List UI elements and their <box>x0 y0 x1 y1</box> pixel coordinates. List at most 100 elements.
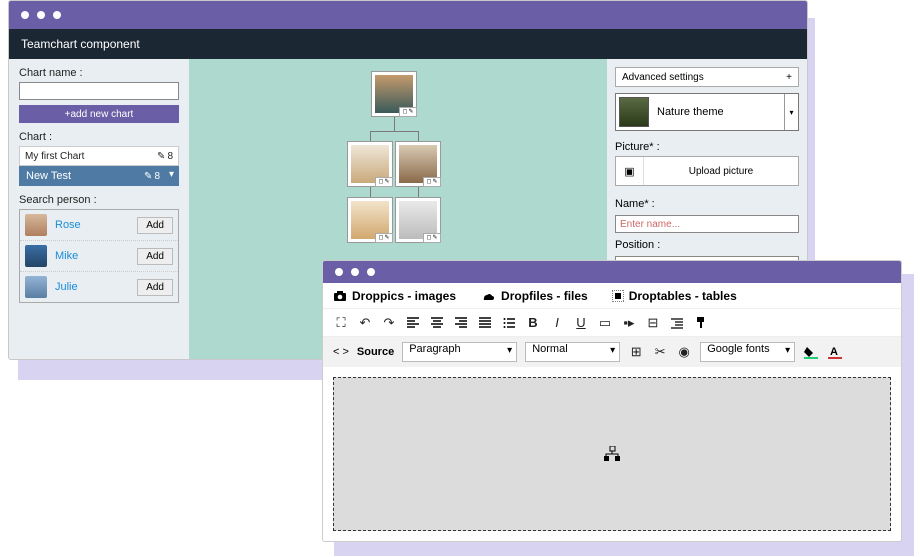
unlink-icon[interactable]: ✂ <box>652 344 668 360</box>
theme-thumb <box>619 97 649 127</box>
chart-count-badge: 8 <box>167 151 173 162</box>
dropfiles-label: Dropfiles - files <box>501 289 588 303</box>
pencil-icon[interactable]: ✎ <box>432 235 437 241</box>
window-dot <box>367 268 375 276</box>
org-node[interactable]: ◻✎ <box>347 141 393 187</box>
chart-row-selected[interactable]: New Test ✎ 8 <box>19 166 179 186</box>
advanced-settings-label: Advanced settings <box>622 72 704 83</box>
droppics-label: Droppics - images <box>352 289 456 303</box>
upload-label: Upload picture <box>644 166 798 177</box>
play-icon[interactable]: ◉ <box>676 344 692 360</box>
expand-icon[interactable]: ◻ <box>378 235 383 241</box>
text-color-icon[interactable]: A <box>827 345 843 359</box>
undo-icon[interactable]: ↶ <box>357 315 373 331</box>
svg-text:A: A <box>830 346 838 358</box>
italic-icon[interactable]: I <box>549 315 565 330</box>
theme-select[interactable]: Nature theme ▾ <box>615 93 799 131</box>
dropfiles-tab[interactable]: Dropfiles - files <box>480 289 588 303</box>
name-input[interactable] <box>615 215 799 233</box>
editor-drop-area[interactable] <box>333 377 891 531</box>
paragraph-select[interactable]: Paragraph <box>402 342 517 362</box>
cloud-icon <box>480 290 496 302</box>
add-person-button[interactable]: Add <box>137 217 173 234</box>
format-toolbar: ⛶ ↶ ↷ B I U ▭ ▪▸ ⊟ <box>323 309 901 337</box>
select-toolbar: < > Source Paragraph Normal ⊞ ✂ ◉ Google… <box>323 337 901 367</box>
bold-icon[interactable]: B <box>525 315 541 330</box>
sidebar: Chart name : +add new chart Chart : My f… <box>9 59 189 359</box>
underline-icon[interactable]: U <box>573 315 589 330</box>
expand-icon[interactable]: ◻ <box>426 235 431 241</box>
align-right-icon[interactable] <box>453 317 469 329</box>
format-paint-icon[interactable] <box>693 317 709 329</box>
person-name[interactable]: Julie <box>55 281 129 293</box>
window-dot <box>351 268 359 276</box>
theme-name: Nature theme <box>657 106 724 118</box>
person-row: Rose Add <box>20 210 178 241</box>
page-title: Teamchart component <box>9 29 807 59</box>
chart-label: Chart : <box>19 131 179 143</box>
org-chart-icon <box>603 446 621 462</box>
indent-icon[interactable] <box>669 317 685 329</box>
fill-color-icon[interactable] <box>803 345 819 359</box>
pencil-icon[interactable]: ✎ <box>144 171 152 182</box>
avatar <box>25 276 47 298</box>
pencil-icon[interactable]: ✎ <box>157 151 165 162</box>
titlebar <box>9 1 807 29</box>
person-row: Julie Add <box>20 272 178 302</box>
droptables-label: Droptables - tables <box>629 289 737 303</box>
redo-icon[interactable]: ↷ <box>381 315 397 331</box>
chart-name-label: Chart name : <box>19 67 179 79</box>
pagebreak-icon[interactable]: ⊟ <box>645 315 661 331</box>
add-person-button[interactable]: Add <box>137 248 173 265</box>
font-select[interactable]: Google fonts <box>700 342 795 362</box>
org-node[interactable]: ◻✎ <box>371 71 417 117</box>
chart-name-input[interactable] <box>19 82 179 100</box>
chart-row[interactable]: My first Chart ✎ 8 <box>19 146 179 166</box>
image-icon[interactable]: ▭ <box>597 315 613 331</box>
pencil-icon[interactable]: ✎ <box>432 179 437 185</box>
pencil-icon[interactable]: ✎ <box>408 109 413 115</box>
avatar <box>25 245 47 267</box>
pencil-icon[interactable]: ✎ <box>384 235 389 241</box>
search-person-label: Search person : <box>19 194 179 206</box>
droptables-tab[interactable]: Droptables - tables <box>612 289 737 303</box>
window-dot <box>53 11 61 19</box>
align-left-icon[interactable] <box>405 317 421 329</box>
person-name[interactable]: Mike <box>55 250 129 262</box>
code-icon[interactable]: < > <box>333 346 349 358</box>
person-name[interactable]: Rose <box>55 219 129 231</box>
align-justify-icon[interactable] <box>477 317 493 329</box>
org-node[interactable]: ◻✎ <box>395 141 441 187</box>
org-node[interactable]: ◻✎ <box>347 197 393 243</box>
upload-picture-button[interactable]: ▣ Upload picture <box>615 156 799 186</box>
name-label: Name* : <box>615 198 799 210</box>
insert-toolbar: Droppics - images Dropfiles - files Drop… <box>323 283 901 309</box>
droppics-tab[interactable]: Droppics - images <box>333 289 456 303</box>
titlebar <box>323 261 901 283</box>
video-icon[interactable]: ▪▸ <box>621 315 637 331</box>
person-list: Rose Add Mike Add Julie Add <box>19 209 179 303</box>
plus-icon[interactable]: + <box>786 72 792 83</box>
link-icon[interactable]: ⊞ <box>628 344 644 360</box>
fullscreen-icon[interactable]: ⛶ <box>333 315 349 331</box>
chart-row-name: My first Chart <box>25 151 84 162</box>
expand-icon[interactable]: ◻ <box>402 109 407 115</box>
chevron-down-icon[interactable]: ▾ <box>784 94 798 130</box>
position-label: Position : <box>615 239 799 251</box>
picture-label: Picture* : <box>615 141 799 153</box>
window-dot <box>335 268 343 276</box>
add-person-button[interactable]: Add <box>137 279 173 296</box>
pencil-icon[interactable]: ✎ <box>384 179 389 185</box>
source-button[interactable]: Source <box>357 346 394 358</box>
person-row: Mike Add <box>20 241 178 272</box>
expand-icon[interactable]: ◻ <box>378 179 383 185</box>
align-center-icon[interactable] <box>429 317 445 329</box>
add-new-chart-button[interactable]: +add new chart <box>19 105 179 123</box>
avatar <box>25 214 47 236</box>
camera-icon <box>333 290 347 302</box>
advanced-settings-row[interactable]: Advanced settings + <box>615 67 799 87</box>
style-select[interactable]: Normal <box>525 342 620 362</box>
org-node[interactable]: ◻✎ <box>395 197 441 243</box>
expand-icon[interactable]: ◻ <box>426 179 431 185</box>
bullet-list-icon[interactable] <box>501 317 517 329</box>
